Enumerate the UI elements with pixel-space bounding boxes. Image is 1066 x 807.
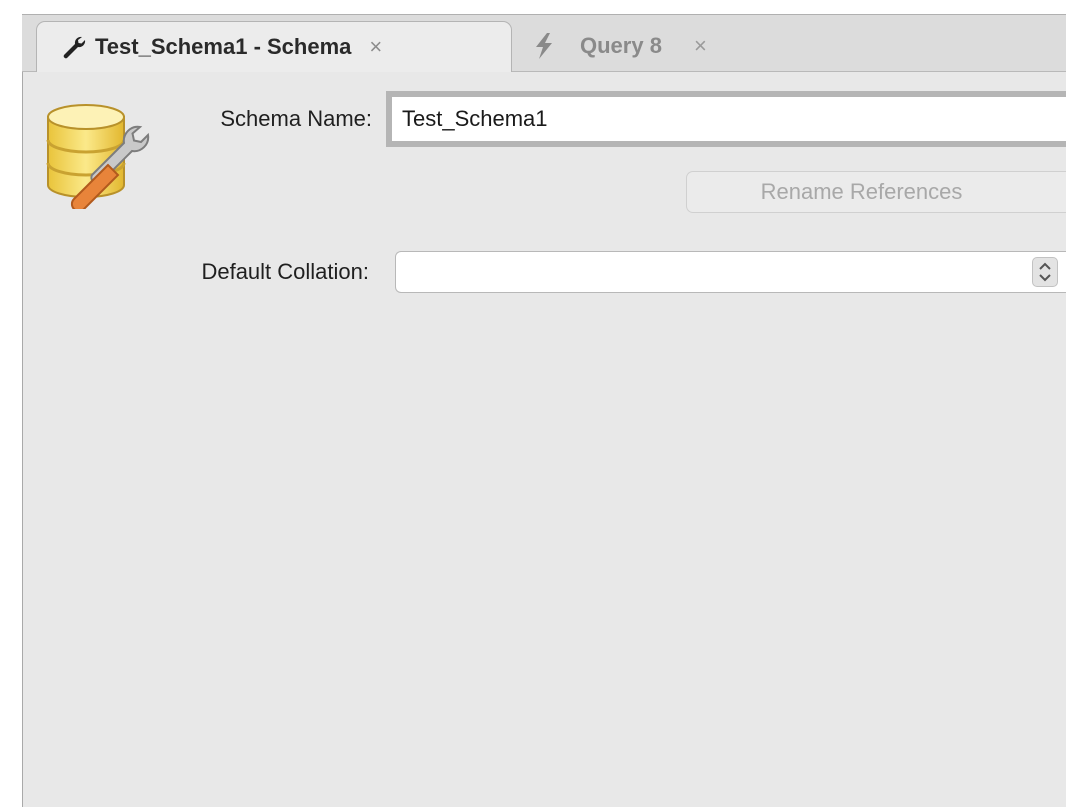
tab-bar: Test_Schema1 - Schema × Query 8 ×	[22, 15, 1066, 72]
chevron-up-down-icon[interactable]	[1032, 257, 1058, 287]
schema-name-input[interactable]	[386, 91, 1066, 147]
close-icon[interactable]: ×	[694, 33, 707, 59]
default-collation-label: Default Collation:	[201, 259, 369, 284]
lightning-icon	[532, 32, 556, 60]
tab-schema-label: Test_Schema1 - Schema	[95, 34, 352, 59]
wrench-icon	[61, 34, 87, 60]
left-edge	[0, 0, 23, 807]
tab-query[interactable]: Query 8 ×	[512, 21, 772, 71]
top-edge	[22, 0, 1066, 15]
default-collation-select[interactable]	[395, 251, 1066, 293]
rename-references-button[interactable]: Rename References	[686, 171, 1066, 213]
schema-name-label: Schema Name:	[220, 106, 372, 131]
tab-schema[interactable]: Test_Schema1 - Schema ×	[36, 21, 512, 72]
schema-editor-window: Test_Schema1 - Schema × Query 8 × Schema…	[0, 0, 1066, 807]
close-icon[interactable]: ×	[369, 34, 382, 60]
tab-query-label: Query 8	[580, 33, 662, 58]
